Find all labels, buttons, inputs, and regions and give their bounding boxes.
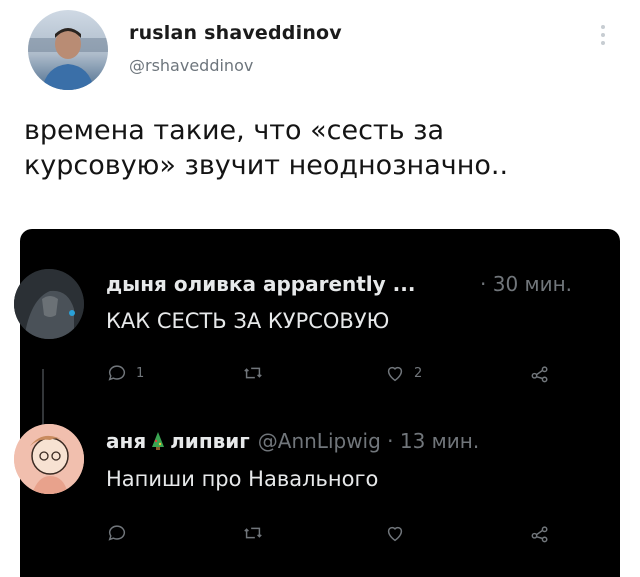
reply-display-name[interactable]: дыня оливка apparently ... [106,272,415,296]
reply-display-name: аня [106,429,147,453]
like-button[interactable]: 2 [384,362,422,384]
retweet-button[interactable] [242,362,264,384]
reply-button[interactable]: 1 [106,362,144,384]
tweet-text: времена такие, что «сесть за курсовую» з… [24,113,508,183]
retweet-icon [244,367,262,379]
author-avatar[interactable] [28,10,108,90]
share-button[interactable] [529,522,551,544]
reply-author[interactable]: аня липвиг @AnnLipwig · 13 мин. [106,429,479,453]
like-button[interactable] [384,522,406,544]
retweet-icon [244,527,262,539]
reply-text: Напиши про Навального [106,467,379,491]
tweet-text-line: курсовую» звучит неоднозначно.. [24,150,509,181]
reply-icon [108,525,126,541]
share-icon [531,366,548,383]
heart-icon [387,366,403,382]
reply-text: КАК СЕСТЬ ЗА КУРСОВУЮ [106,309,390,333]
reply-button[interactable] [106,522,128,544]
reply-handle-timestamp: @AnnLipwig · 13 мин. [257,429,480,453]
reply-display-name: липвиг [170,429,250,453]
author-handle[interactable]: @rshaveddinov [129,56,253,75]
embedded-screenshot: дыня оливка apparently ... · 30 мин. КАК… [14,229,620,577]
tweet-text-line: времена такие, что «сесть за [24,115,445,146]
reply-timestamp[interactable]: · 30 мин. [480,272,572,296]
thread-connector [42,369,44,431]
reply-avatar[interactable] [14,424,84,494]
reply-count: 1 [136,365,145,381]
more-options-icon[interactable] [598,22,608,52]
reply-avatar[interactable] [14,269,84,339]
heart-icon [387,526,403,542]
like-count: 2 [414,365,423,381]
share-button[interactable] [529,362,551,384]
share-icon [531,526,548,543]
reply-icon [108,365,126,381]
retweet-button[interactable] [242,522,264,544]
author-display-name[interactable]: ruslan shaveddinov [129,22,342,44]
christmas-tree-icon [150,431,166,451]
